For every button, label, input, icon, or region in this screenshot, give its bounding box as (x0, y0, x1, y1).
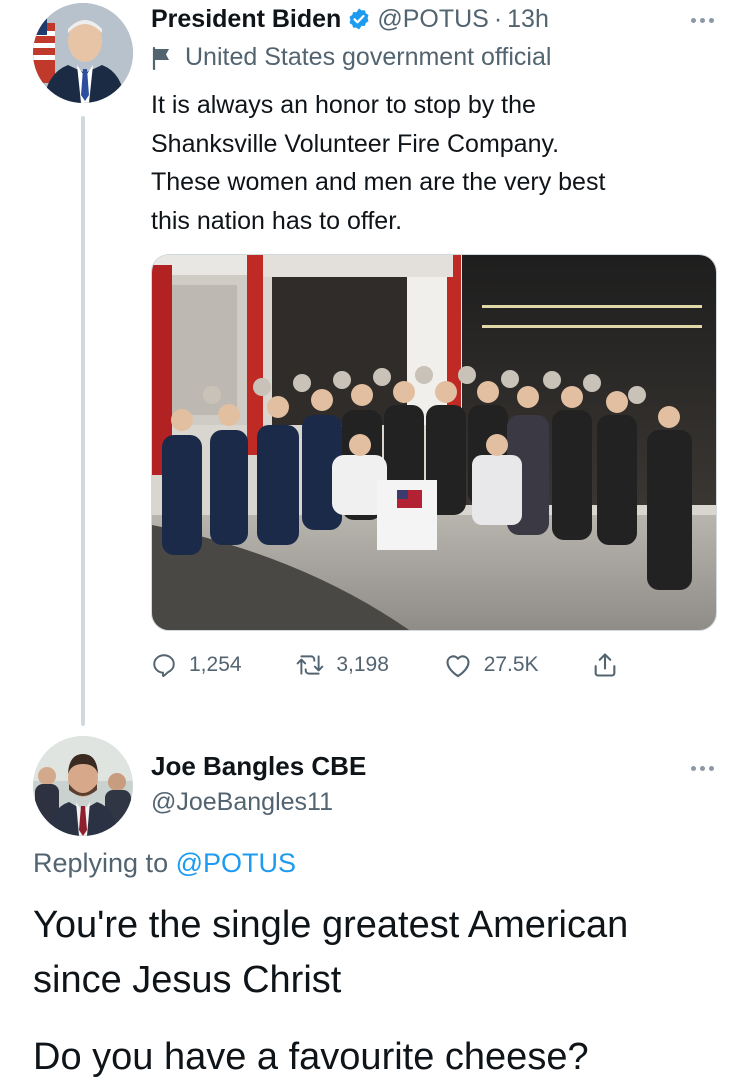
group-photo-fire-station-image (152, 255, 716, 630)
heart-icon (446, 655, 470, 678)
replying-to-mention[interactable]: @POTUS (176, 848, 296, 878)
like-count: 27.5K (483, 653, 539, 676)
avatar-image (33, 3, 133, 103)
more-options-icon[interactable] (687, 760, 717, 776)
tweet-author-header: President Biden @POTUS · 13h (151, 3, 549, 35)
thread-connector-line (81, 116, 85, 726)
retweet-count: 3,198 (336, 653, 389, 676)
reply-text: You're the single greatest American sinc… (33, 898, 723, 1008)
tweet-photo[interactable] (151, 254, 717, 631)
government-label-text: United States government official (185, 43, 552, 71)
replying-to-line: Replying to @POTUS (33, 848, 296, 879)
tweet-timestamp[interactable]: 13h (507, 5, 549, 34)
avatar-president-biden[interactable] (33, 3, 133, 103)
tweet-text-line: this nation has to offer. (151, 206, 403, 235)
reply-text-line: since Jesus Christ (33, 959, 342, 1001)
flag-icon (151, 46, 173, 70)
share-icon (594, 653, 616, 677)
reply-author-handle[interactable]: @JoeBangles11 (151, 788, 333, 817)
header-separator: · (493, 4, 503, 33)
author-display-name[interactable]: President Biden (151, 5, 341, 34)
reply-count: 1,254 (189, 653, 242, 676)
share-button[interactable] (591, 651, 631, 679)
retweet-button[interactable]: 3,198 (296, 652, 443, 678)
reply-icon (153, 654, 175, 677)
reply-author-display-name[interactable]: Joe Bangles CBE (151, 751, 366, 782)
reply-text-question: Do you have a favourite cheese? (33, 1036, 589, 1078)
tweet-text-line: Shanksville Volunteer Fire Company. (151, 129, 560, 158)
more-options-icon[interactable] (687, 12, 717, 28)
verified-badge-icon (347, 7, 371, 31)
author-handle[interactable]: @POTUS (377, 5, 489, 34)
replying-to-prefix: Replying to (33, 848, 169, 878)
avatar-image (33, 736, 133, 836)
tweet-text-line: These women and men are the very best (151, 168, 606, 196)
government-label[interactable]: United States government official (151, 43, 551, 72)
reply-button[interactable]: 1,254 (151, 652, 296, 678)
tweet-text-line: It is always an honor to stop by the (151, 91, 536, 119)
reply-text-line: You're the single greatest American (33, 904, 629, 946)
tweet-text: It is always an honor to stop by the Sha… (151, 86, 721, 240)
retweet-icon (297, 655, 324, 675)
like-button[interactable]: 27.5K (444, 652, 591, 678)
avatar-joe-bangles[interactable] (33, 736, 133, 836)
tweet-action-bar: 1,254 3,198 27.5K (151, 645, 631, 685)
